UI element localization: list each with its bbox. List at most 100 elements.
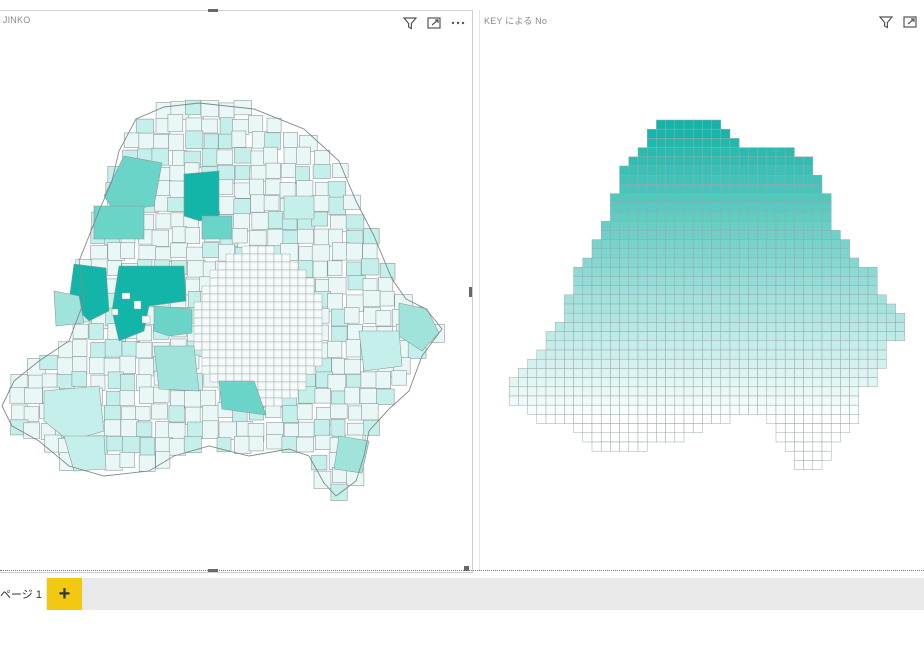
grid-cell[interactable] xyxy=(867,340,878,351)
grid-cell[interactable] xyxy=(748,184,758,194)
grid-cell[interactable] xyxy=(692,147,703,158)
grid-cell[interactable] xyxy=(646,294,657,305)
map-region[interactable] xyxy=(218,133,233,149)
grid-cell[interactable] xyxy=(803,340,814,351)
grid-cell[interactable] xyxy=(674,423,685,434)
grid-cell[interactable] xyxy=(619,211,630,222)
grid-cell[interactable] xyxy=(637,340,648,351)
grid-cell[interactable] xyxy=(729,211,740,222)
grid-cell[interactable] xyxy=(646,202,657,213)
grid-cell[interactable] xyxy=(757,156,768,167)
grid-cell[interactable] xyxy=(748,193,758,204)
map-region[interactable] xyxy=(330,419,346,438)
map-region[interactable] xyxy=(281,309,291,319)
map-region[interactable] xyxy=(203,133,219,152)
grid-cell[interactable] xyxy=(775,239,786,250)
grid-cell[interactable] xyxy=(646,156,657,167)
grid-cell[interactable] xyxy=(720,128,731,139)
grid-cell[interactable] xyxy=(610,423,620,434)
grid-cell[interactable] xyxy=(573,303,584,314)
grid-cell[interactable] xyxy=(554,404,565,415)
map-region[interactable] xyxy=(23,422,41,439)
map-region[interactable] xyxy=(312,260,328,279)
map-region[interactable] xyxy=(217,293,227,303)
map-region[interactable] xyxy=(265,397,275,407)
grid-cell[interactable] xyxy=(784,441,795,452)
map-region[interactable] xyxy=(241,269,251,279)
map-region[interactable] xyxy=(281,349,291,359)
map-region[interactable] xyxy=(281,333,291,343)
map-region[interactable] xyxy=(201,309,211,319)
map-region[interactable] xyxy=(123,132,141,148)
grid-cell[interactable] xyxy=(628,156,639,167)
grid-cell[interactable] xyxy=(536,395,547,406)
grid-cell[interactable] xyxy=(692,202,703,213)
map-region[interactable] xyxy=(344,358,361,375)
grid-cell[interactable] xyxy=(803,294,814,305)
map-region[interactable] xyxy=(120,419,139,438)
grid-cell[interactable] xyxy=(775,377,786,388)
grid-cell[interactable] xyxy=(748,331,758,342)
grid-cell[interactable] xyxy=(738,312,749,323)
grid-cell[interactable] xyxy=(637,285,648,296)
grid-cell[interactable] xyxy=(812,414,823,424)
grid-cell[interactable] xyxy=(830,266,841,277)
map-region[interactable] xyxy=(225,365,235,375)
map-region[interactable] xyxy=(311,244,330,262)
grid-cell[interactable] xyxy=(812,432,823,443)
map-region[interactable] xyxy=(225,341,235,351)
grid-cell[interactable] xyxy=(794,257,804,268)
map-region[interactable] xyxy=(257,317,267,327)
grid-cell[interactable] xyxy=(619,404,630,415)
grid-cell[interactable] xyxy=(794,312,804,323)
grid-cell[interactable] xyxy=(794,450,804,461)
grid-cell[interactable] xyxy=(600,266,611,277)
grid-cell[interactable] xyxy=(775,202,786,213)
map-region[interactable] xyxy=(241,245,251,255)
grid-cell[interactable] xyxy=(628,312,639,323)
map-region[interactable] xyxy=(266,434,283,450)
map-region[interactable] xyxy=(273,373,283,383)
grid-cell[interactable] xyxy=(803,386,814,397)
map-region[interactable] xyxy=(201,148,219,167)
map-region[interactable] xyxy=(233,293,243,303)
grid-cell[interactable] xyxy=(702,340,712,351)
grid-cell[interactable] xyxy=(610,266,620,277)
grid-cell[interactable] xyxy=(554,349,565,360)
map-region[interactable] xyxy=(257,245,267,255)
grid-cell[interactable] xyxy=(656,276,666,286)
map-region[interactable] xyxy=(330,483,348,501)
grid-cell[interactable] xyxy=(784,303,795,314)
grid-cell[interactable] xyxy=(554,358,565,369)
grid-cell[interactable] xyxy=(628,239,639,250)
grid-cell[interactable] xyxy=(748,294,758,305)
grid-cell[interactable] xyxy=(600,441,611,452)
map-region[interactable] xyxy=(233,269,243,279)
grid-cell[interactable] xyxy=(738,147,749,158)
grid-cell[interactable] xyxy=(665,368,676,378)
map-region[interactable] xyxy=(201,325,211,335)
grid-cell[interactable] xyxy=(830,368,841,378)
grid-cell[interactable] xyxy=(812,358,823,369)
grid-cell[interactable] xyxy=(554,331,565,342)
grid-cell[interactable] xyxy=(849,386,860,397)
grid-cell[interactable] xyxy=(656,220,666,231)
map-region[interactable] xyxy=(249,178,264,196)
grid-cell[interactable] xyxy=(573,358,584,369)
map-region[interactable] xyxy=(281,357,291,367)
map-region[interactable] xyxy=(289,357,299,367)
grid-cell[interactable] xyxy=(757,312,768,323)
grid-cell[interactable] xyxy=(775,211,786,222)
grid-cell[interactable] xyxy=(720,174,731,185)
grid-cell[interactable] xyxy=(729,257,740,268)
grid-cell[interactable] xyxy=(665,322,676,332)
grid-cell[interactable] xyxy=(729,377,740,388)
grid-cell[interactable] xyxy=(794,349,804,360)
map-region[interactable] xyxy=(104,339,123,358)
grid-cell[interactable] xyxy=(803,432,814,443)
grid-cell[interactable] xyxy=(812,266,823,277)
grid-cell[interactable] xyxy=(692,395,703,406)
grid-cell[interactable] xyxy=(683,303,694,314)
grid-cell[interactable] xyxy=(794,294,804,305)
grid-cell[interactable] xyxy=(600,377,611,388)
